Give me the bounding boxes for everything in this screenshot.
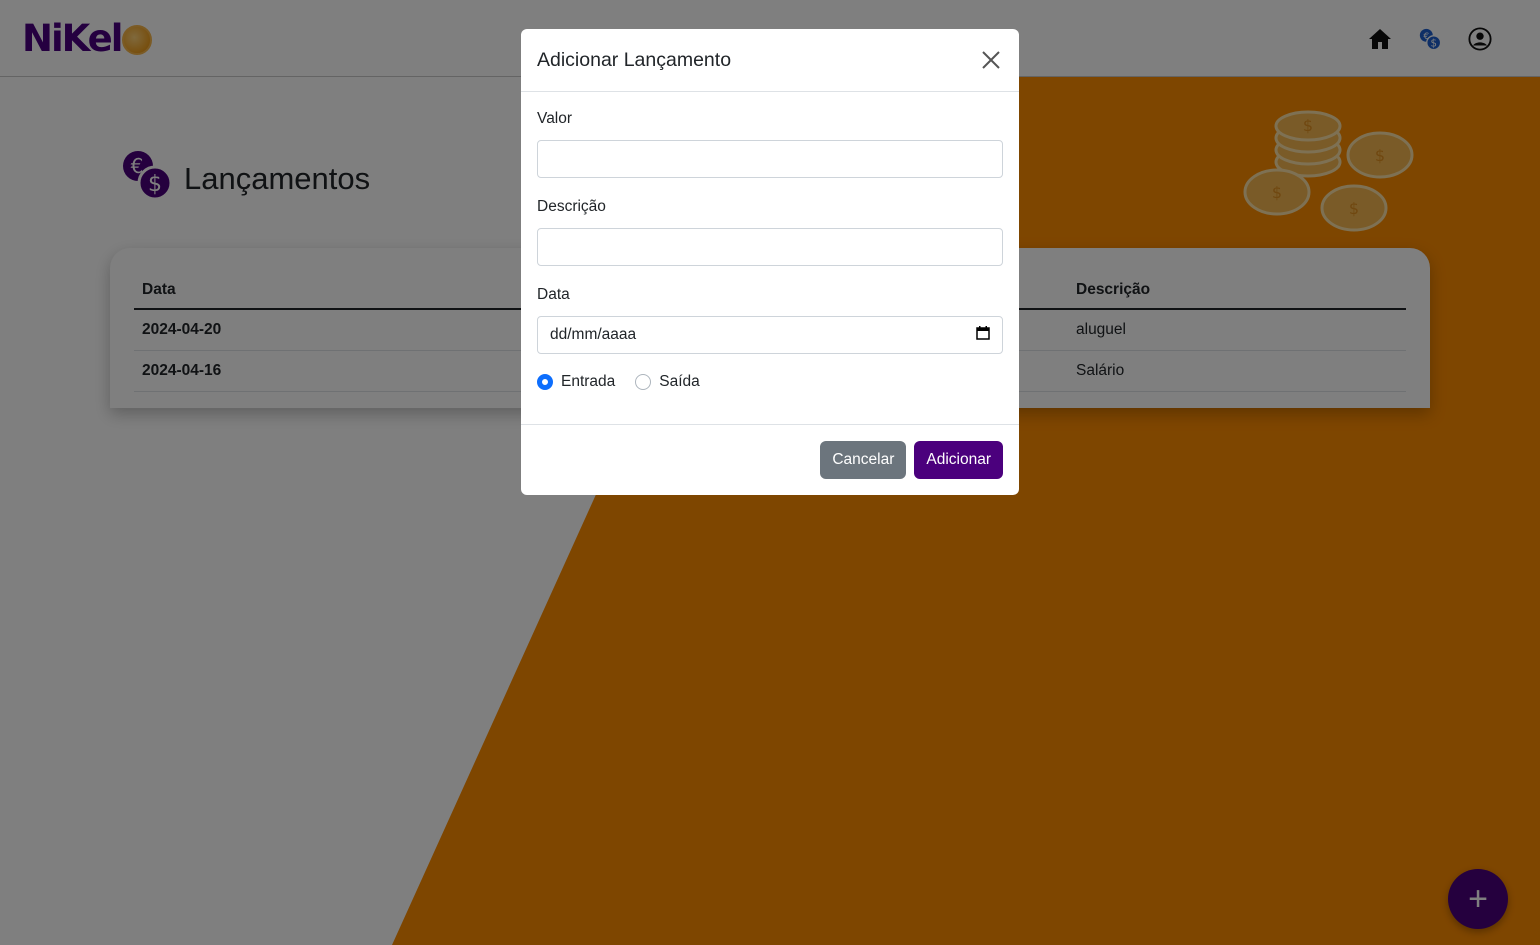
value-input[interactable] — [537, 140, 1003, 178]
radio-saida-label[interactable]: Saída — [659, 373, 700, 391]
cancel-button[interactable]: Cancelar — [820, 441, 907, 479]
type-radio-group: Entrada Saída — [537, 370, 1003, 394]
date-label: Data — [537, 286, 570, 303]
value-label: Valor — [537, 110, 573, 127]
calendar-icon[interactable] — [976, 325, 990, 345]
date-input[interactable]: dd/mm/aaaa — [537, 316, 1003, 354]
date-placeholder: dd/mm/aaaa — [550, 326, 637, 343]
modal-title: Adicionar Lançamento — [537, 49, 732, 71]
add-transaction-modal: Adicionar Lançamento Valor Descrição Dat… — [521, 29, 1019, 495]
add-button[interactable]: Adicionar — [914, 441, 1003, 479]
modal-header: Adicionar Lançamento — [521, 29, 1019, 92]
description-label: Descrição — [537, 198, 606, 215]
description-input[interactable] — [537, 228, 1003, 266]
modal-footer: Cancelar Adicionar — [521, 424, 1019, 495]
radio-saida[interactable] — [635, 374, 652, 390]
radio-entrada[interactable] — [537, 374, 553, 390]
modal-body: Valor Descrição Data dd/mm/aaaa Entrada … — [521, 92, 1019, 394]
close-icon[interactable] — [979, 48, 1003, 72]
radio-entrada-label[interactable]: Entrada — [561, 373, 615, 391]
